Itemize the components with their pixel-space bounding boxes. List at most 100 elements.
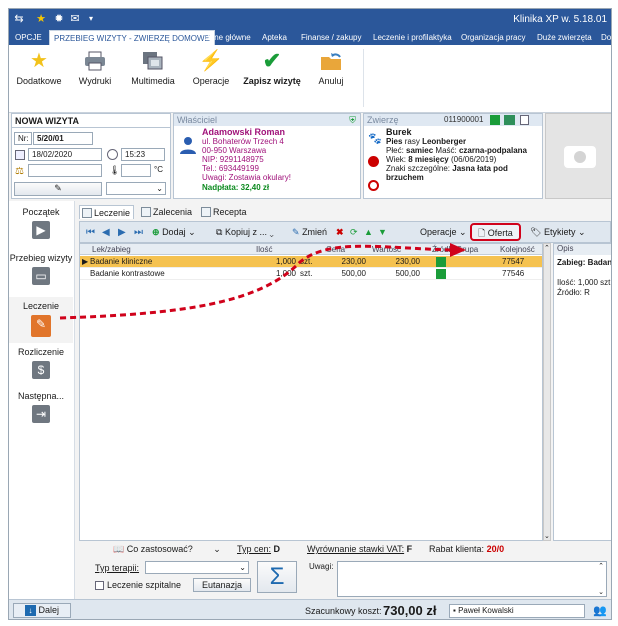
edit-animal-icon[interactable] xyxy=(490,115,500,125)
visit-time-field[interactable]: 15:23 xyxy=(121,148,165,161)
etykiety-dropdown[interactable]: 🏷 Etykiety ⌄ xyxy=(530,226,586,239)
chevron-down-icon: ⌄ xyxy=(239,563,246,572)
nav-poczatek[interactable]: Początek ▶ xyxy=(9,207,73,245)
card-icon[interactable] xyxy=(504,115,515,125)
tab-finanse[interactable]: Finanse / zakupy xyxy=(297,30,365,45)
eutanazja-button[interactable]: Eutanazja xyxy=(193,578,251,592)
zmien-button[interactable]: ✎ Zmień xyxy=(292,226,327,239)
copy-icon: ⧉ xyxy=(216,227,223,237)
operacje-button[interactable]: ⚡ Operacje xyxy=(185,49,237,86)
chevron-down-icon: ⌄ xyxy=(213,544,221,554)
tab-apteka[interactable]: Apteka xyxy=(258,30,291,45)
visit-date-field[interactable]: 18/02/2020 xyxy=(28,148,102,161)
clock-icon[interactable] xyxy=(107,149,118,160)
treatment-tab-icon xyxy=(82,208,92,218)
kopiuj-button[interactable]: ⧉ Kopiuj z ... ⌄ xyxy=(216,226,274,239)
multimedia-button[interactable]: Multimedia xyxy=(127,49,179,86)
visit-type-select[interactable]: ⌄ xyxy=(106,182,166,195)
source-edit-icon[interactable] xyxy=(436,269,446,279)
tab-more[interactable]: Do xyxy=(597,30,611,45)
tab-zalecenia[interactable]: Zalecenia xyxy=(139,205,195,219)
dalej-button[interactable]: ↓ Dalej xyxy=(13,603,71,618)
delete-icon[interactable]: ✖ xyxy=(336,226,344,239)
opis-header: Opis xyxy=(554,244,611,255)
tab-leczenie[interactable]: Leczenie xyxy=(79,205,135,219)
tab-przebieg-wizyty[interactable]: PRZEBIEG WIZYTY - ZWIERZĘ DOMOWE xyxy=(49,30,215,45)
grid-scrollbar[interactable]: ⌃ ⌄ xyxy=(543,243,551,541)
checkmark-icon: ✔ xyxy=(262,48,282,73)
nav-rozliczenie[interactable]: Rozliczenie $ xyxy=(9,347,73,385)
tab-organizacja-pracy[interactable]: Organizacja pracy xyxy=(457,30,529,45)
visit-number-field[interactable]: 5/20/01 xyxy=(33,132,93,145)
koszt-label: Szacunkowy koszt: xyxy=(305,606,382,616)
app-window: ⇆ ★ ✹ ✉ ▾ Klinika XP w. 5.18.01 OPCJE PR… xyxy=(8,8,612,620)
scroll-down-icon[interactable]: ⌄ xyxy=(598,588,604,596)
next-record-icon[interactable]: ▶ xyxy=(118,226,126,239)
row-qty: 1,000 xyxy=(275,269,296,278)
scroll-down-icon[interactable]: ⌄ xyxy=(544,532,550,540)
shield-icon[interactable]: ⛨ xyxy=(349,115,356,126)
mail-icon[interactable]: ✉ xyxy=(69,13,81,25)
dodaj-button[interactable]: ⊕ Dodaj ⌄ xyxy=(152,226,196,239)
col-kolejnosc[interactable]: Kolejność xyxy=(500,244,535,255)
scroll-up-icon[interactable]: ⌃ xyxy=(544,244,550,252)
col-grupa[interactable]: Grupa xyxy=(456,244,478,255)
gear-icon[interactable]: ✹ xyxy=(53,13,65,25)
user-field[interactable]: ▪ Paweł Kowalski xyxy=(449,604,585,618)
first-record-icon[interactable]: ⏮ xyxy=(86,226,95,239)
tab-duze-zwierzeta[interactable]: Duże zwierzęta xyxy=(533,30,596,45)
dropdown-icon[interactable]: ▾ xyxy=(85,13,97,25)
temperature-field[interactable] xyxy=(121,164,151,177)
prescription-tab-icon xyxy=(201,207,211,217)
col-lek-zabieg[interactable]: Lek/zabieg xyxy=(92,244,131,255)
next-icon: ⇥ xyxy=(32,405,50,423)
tab-leczenie-profilaktyka[interactable]: Leczenie i profilaktyka xyxy=(369,30,456,45)
sum-button[interactable]: Σ xyxy=(257,561,297,593)
thermometer-icon: 🌡 xyxy=(109,165,121,175)
col-cena[interactable]: Cena xyxy=(326,244,345,255)
wydruki-button[interactable]: Wydruki xyxy=(69,49,121,86)
refresh-icon[interactable]: ⟳ xyxy=(350,226,358,239)
nav-leczenie[interactable]: Leczenie ✎ xyxy=(9,297,73,343)
col-wartosc[interactable]: Wartość xyxy=(372,244,401,255)
tab-recepta[interactable]: Recepta xyxy=(199,205,250,219)
nav-przebieg-wizyty[interactable]: Przebieg wizyty ▭ xyxy=(9,253,73,291)
co-zastosowac-dropdown[interactable]: 📖 Co zastosować? ⌄ xyxy=(113,544,221,555)
star-icon[interactable]: ★ xyxy=(35,13,47,25)
typ-terapii-select[interactable]: ⌄ xyxy=(145,561,249,574)
users-icon[interactable]: 👥 xyxy=(593,604,607,617)
row-order: 77547 xyxy=(502,257,525,266)
owner-name[interactable]: Adamowski Roman xyxy=(202,127,285,137)
scroll-up-icon[interactable]: ⌃ xyxy=(598,562,604,570)
row-price: 500,00 xyxy=(341,269,366,278)
oferta-button[interactable]: 🗋 Oferta xyxy=(470,223,521,241)
title-bar: ⇆ ★ ✹ ✉ ▾ Klinika XP w. 5.18.01 xyxy=(9,9,611,30)
anuluj-button[interactable]: Anuluj xyxy=(305,49,357,86)
move-down-icon[interactable]: ▼ xyxy=(378,226,387,239)
owner-street: ul. Bohaterów Trzech 4 xyxy=(202,137,284,146)
document-icon[interactable] xyxy=(520,115,529,125)
table-row[interactable]: ▶ Badanie kliniczne 1,000 szt. 230,00 23… xyxy=(80,256,542,268)
app-icon[interactable]: ⇆ xyxy=(13,13,25,25)
edit-visit-button[interactable]: ✎ xyxy=(14,182,102,196)
col-zrodlo[interactable]: Źródło xyxy=(432,244,455,255)
tab-dane-glowne[interactable]: Dane główne xyxy=(200,30,255,45)
source-edit-icon[interactable] xyxy=(436,257,446,267)
uwagi-textarea[interactable]: ⌃ ⌄ xyxy=(337,561,607,597)
move-up-icon[interactable]: ▲ xyxy=(364,226,373,239)
table-row[interactable]: Badanie kontrastowe 1,000 szt. 500,00 50… xyxy=(80,268,542,280)
weight-field[interactable] xyxy=(28,164,102,177)
animal-photo[interactable] xyxy=(545,113,611,199)
dodatkowe-button[interactable]: ★ Dodatkowe xyxy=(13,49,65,86)
col-ilosc[interactable]: Ilość xyxy=(256,244,272,255)
calendar-icon[interactable] xyxy=(15,150,25,160)
last-record-icon[interactable]: ⏭ xyxy=(134,226,143,239)
zapisz-wizyte-button[interactable]: ✔ Zapisz wizytę xyxy=(241,48,303,87)
nav-nastepna[interactable]: Następna... ⇥ xyxy=(9,391,73,429)
operacje-dropdown[interactable]: Operacje ⌄ xyxy=(420,226,467,239)
subtabs: Leczenie Zalecenia Recepta xyxy=(77,203,611,221)
previous-record-icon[interactable]: ◀ xyxy=(102,226,110,239)
tab-opcje[interactable]: OPCJE xyxy=(11,30,46,45)
typ-terapii-label: Typ terapii: xyxy=(95,563,140,573)
leczenie-szpitalne-checkbox[interactable] xyxy=(95,581,104,590)
